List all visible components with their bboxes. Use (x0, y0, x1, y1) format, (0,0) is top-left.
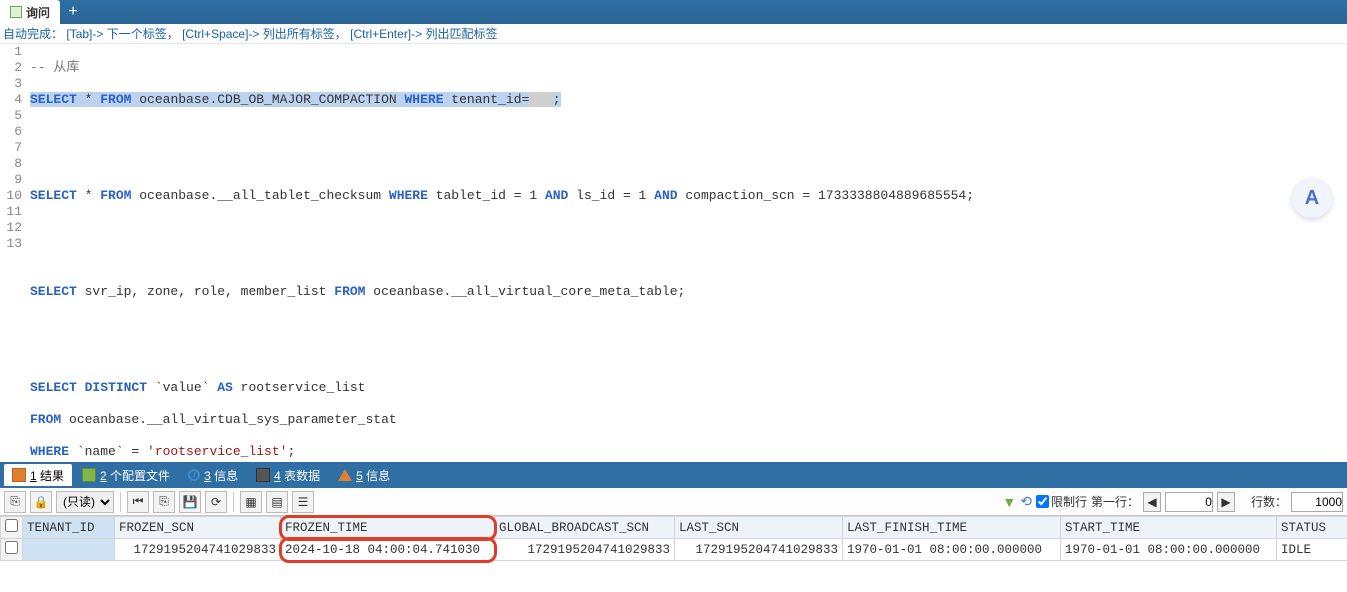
view-text-button[interactable]: ☰ (292, 491, 314, 513)
firstrow-prev-button[interactable]: ◀ (1143, 492, 1161, 512)
cell-frozen-time[interactable]: 2024-10-18 04:00:04.741030 (281, 539, 495, 561)
rowcount-label: 行数： (1251, 493, 1287, 510)
col-gbscn[interactable]: GLOBAL_BROADCAST_SCN (495, 517, 675, 539)
sql-editor[interactable]: 123 456 789 101112 13 -- 从库 SELECT * FRO… (0, 44, 1347, 462)
autocomplete-hint: 自动完成： [Tab]-> 下一个标签， [Ctrl+Space]-> 列出所有… (0, 24, 1347, 44)
export-button[interactable]: ⎘ (4, 491, 26, 513)
export-icon: ⎘ (10, 494, 20, 509)
cell-frozen-scn[interactable]: 1729195204741029833 (115, 539, 281, 561)
result-tab-results[interactable]: 1 结果 (4, 464, 72, 486)
limit-rows-checkbox[interactable]: 限制行 (1036, 493, 1087, 510)
table-row[interactable]: 1729195204741029833 2024-10-18 04:00:04.… (1, 539, 1347, 561)
first-page-icon-button[interactable]: ⏮ (127, 491, 149, 513)
edit-mode-select[interactable]: (只读) (56, 491, 114, 513)
row-checkbox[interactable] (1, 539, 23, 561)
grid-icon (12, 468, 26, 482)
col-lftime[interactable]: LAST_FINISH_TIME (843, 517, 1061, 539)
grid-header-row: TENANT_ID FROZEN_SCN FROZEN_TIME GLOBAL_… (1, 517, 1347, 539)
view-form-button[interactable]: ▤ (266, 491, 288, 513)
col-frozen-scn[interactable]: FROZEN_SCN (115, 517, 281, 539)
tab-add-button[interactable]: + (60, 0, 86, 24)
result-tab-info2[interactable]: 5 信息 (330, 464, 398, 486)
save-button[interactable]: 💾 (179, 491, 201, 513)
refresh-icon-button[interactable]: ⟳ (205, 491, 227, 513)
cell-lftime[interactable]: 1970-01-01 08:00:00.000000 (843, 539, 1061, 561)
view-grid-button[interactable]: ▦ (240, 491, 262, 513)
data-icon (256, 468, 270, 482)
toggle-readonly-button[interactable]: 🔒 (30, 491, 52, 513)
firstrow-label: 第一行： (1091, 493, 1139, 510)
result-toolbar: ⎘ 🔒 (只读) ⏮ ⎘ 💾 ⟳ ▦ ▤ ☰ ▼ ⟲ 限制行 第一行： ◀ ▶ … (0, 488, 1347, 516)
select-all-checkbox[interactable] (1, 517, 23, 539)
cell-stime[interactable]: 1970-01-01 08:00:00.000000 (1061, 539, 1277, 561)
result-tab-bar: 1 结果 2 个配置文件 3 信息 4 表数据 5 信息 (0, 462, 1347, 488)
col-frozen-time[interactable]: FROZEN_TIME (281, 517, 495, 539)
col-last-scn[interactable]: LAST_SCN (675, 517, 843, 539)
reset-filter-icon[interactable]: ⟲ (1020, 493, 1032, 510)
result-grid[interactable]: TENANT_ID FROZEN_SCN FROZEN_TIME GLOBAL_… (0, 516, 1347, 561)
firstrow-next-button[interactable]: ▶ (1217, 492, 1235, 512)
tab-query-label: 询问 (26, 4, 50, 21)
editor-gutter: 123 456 789 101112 13 (0, 44, 30, 462)
copy-button[interactable]: ⎘ (153, 491, 175, 513)
cell-gbscn[interactable]: 1729195204741029833 (495, 539, 675, 561)
result-tab-info1[interactable]: 3 信息 (180, 464, 246, 486)
tab-strip: 询问 + (0, 0, 1347, 24)
col-status[interactable]: STATUS (1277, 517, 1347, 539)
result-tab-profiles[interactable]: 2 个配置文件 (74, 464, 178, 486)
profiles-icon (82, 468, 96, 482)
filter-icon[interactable]: ▼ (1002, 494, 1016, 510)
col-stime[interactable]: START_TIME (1061, 517, 1277, 539)
firstrow-input[interactable] (1165, 492, 1213, 512)
tab-query[interactable]: 询问 (0, 0, 60, 24)
info-icon (188, 469, 200, 481)
sql-doc-icon (10, 6, 22, 18)
result-tab-tabledata[interactable]: 4 表数据 (248, 464, 328, 486)
cell-tenant-id[interactable] (23, 539, 115, 561)
rowcount-input[interactable] (1291, 492, 1343, 512)
warn-icon (338, 469, 352, 481)
lock-icon: 🔒 (34, 495, 49, 509)
cell-last-scn[interactable]: 1729195204741029833 (675, 539, 843, 561)
cell-status[interactable]: IDLE (1277, 539, 1347, 561)
assistant-float-button[interactable]: A (1292, 178, 1332, 218)
col-tenant-id[interactable]: TENANT_ID (23, 517, 115, 539)
editor-code[interactable]: -- 从库 SELECT * FROM oceanbase.CDB_OB_MAJ… (30, 44, 1347, 462)
